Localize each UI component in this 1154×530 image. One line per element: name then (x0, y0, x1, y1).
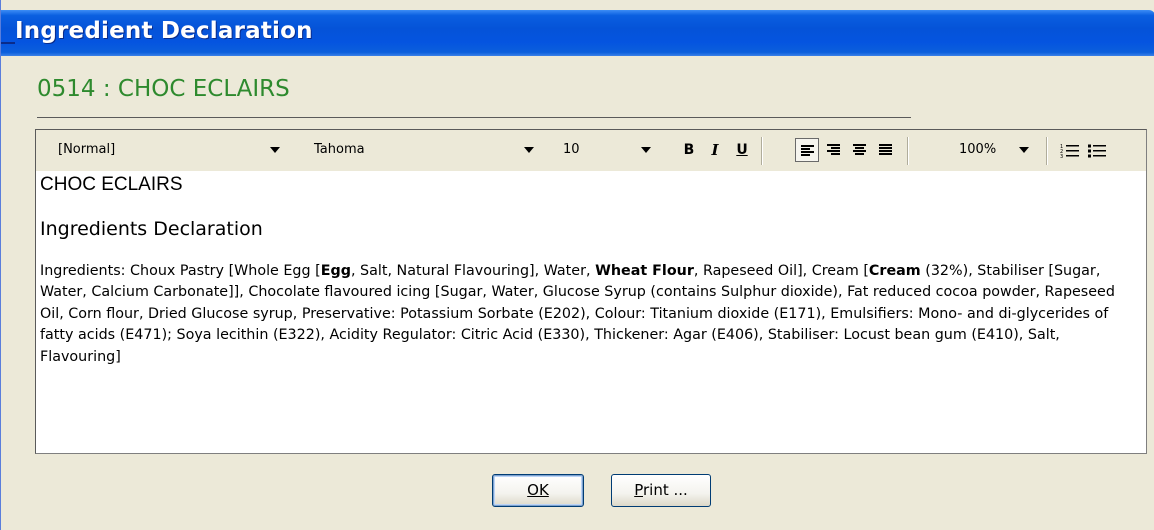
ok-button-label: OK (527, 481, 549, 499)
allergen-cream: Cream (868, 263, 921, 279)
zoom-value: 100% (959, 142, 997, 157)
font-size-dropdown[interactable]: 10 (557, 138, 655, 162)
ingredients-segment: , Salt, Natural Flavouring], Water, (350, 263, 596, 279)
print-button[interactable]: Print ... (611, 474, 711, 507)
ingredients-segment: Ingredients: Choux Pastry [Whole Egg [ (40, 263, 321, 279)
paragraph-style-value: [Normal] (58, 142, 116, 157)
document-subtitle: Ingredients Declaration (40, 218, 263, 240)
justify-icon (879, 144, 892, 156)
ok-button[interactable]: OK (492, 474, 584, 507)
title-bar[interactable]: Ingredient Declaration (1, 10, 1154, 56)
product-heading: 0514 : CHOC ECLAIRS (37, 76, 290, 102)
underline-button[interactable]: U (730, 138, 754, 162)
svg-text:3: 3 (1060, 154, 1063, 159)
rich-text-editor[interactable]: [Normal] Tahoma 10 B I U 100% 1 2 3 CHOC… (35, 129, 1147, 454)
zoom-dropdown[interactable]: 100% (953, 138, 1033, 162)
numbered-list-icon: 1 2 3 (1060, 144, 1079, 159)
align-left-button[interactable] (795, 138, 819, 162)
chevron-down-icon (524, 147, 534, 153)
formatting-toolbar: [Normal] Tahoma 10 B I U 100% 1 2 3 (36, 130, 1146, 171)
bullet-list-button[interactable] (1084, 138, 1108, 162)
ingredients-segment: , Rapeseed Oil], Cream [ (693, 263, 869, 279)
align-right-button[interactable] (822, 138, 846, 162)
document-title: CHOC ECLAIRS (40, 174, 183, 195)
align-left-icon (801, 145, 814, 157)
chevron-down-icon (641, 147, 651, 153)
document-content[interactable]: CHOC ECLAIRS Ingredients Declaration Ing… (40, 174, 1140, 368)
toolbar-separator (907, 137, 909, 165)
print-button-label: rint ... (643, 481, 688, 499)
font-size-value: 10 (563, 142, 580, 157)
font-family-value: Tahoma (314, 142, 365, 157)
allergen-egg: Egg (320, 263, 351, 279)
chevron-down-icon (270, 147, 280, 153)
toolbar-separator (761, 137, 763, 165)
window-title: Ingredient Declaration (15, 18, 313, 44)
bold-button[interactable]: B (677, 138, 701, 162)
font-family-dropdown[interactable]: Tahoma (308, 138, 538, 162)
bullet-list-icon (1088, 144, 1106, 158)
toolbar-separator (1046, 137, 1048, 165)
align-center-icon (853, 144, 866, 156)
numbered-list-button[interactable]: 1 2 3 (1057, 138, 1081, 162)
align-center-button[interactable] (848, 138, 872, 162)
allergen-wheat-flour: Wheat Flour (595, 263, 694, 279)
ingredients-text: Ingredients: Choux Pastry [Whole Egg [Eg… (40, 261, 1140, 368)
italic-button[interactable]: I (703, 138, 727, 162)
title-bar-accent (1, 42, 15, 44)
heading-divider (37, 117, 911, 118)
paragraph-style-dropdown[interactable]: [Normal] (52, 138, 284, 162)
align-right-icon (827, 144, 840, 156)
justify-button[interactable] (874, 138, 898, 162)
chevron-down-icon (1019, 147, 1029, 153)
ingredient-declaration-dialog: Ingredient Declaration 0514 : CHOC ECLAI… (0, 0, 1154, 530)
print-button-accesskey: P (634, 481, 643, 499)
